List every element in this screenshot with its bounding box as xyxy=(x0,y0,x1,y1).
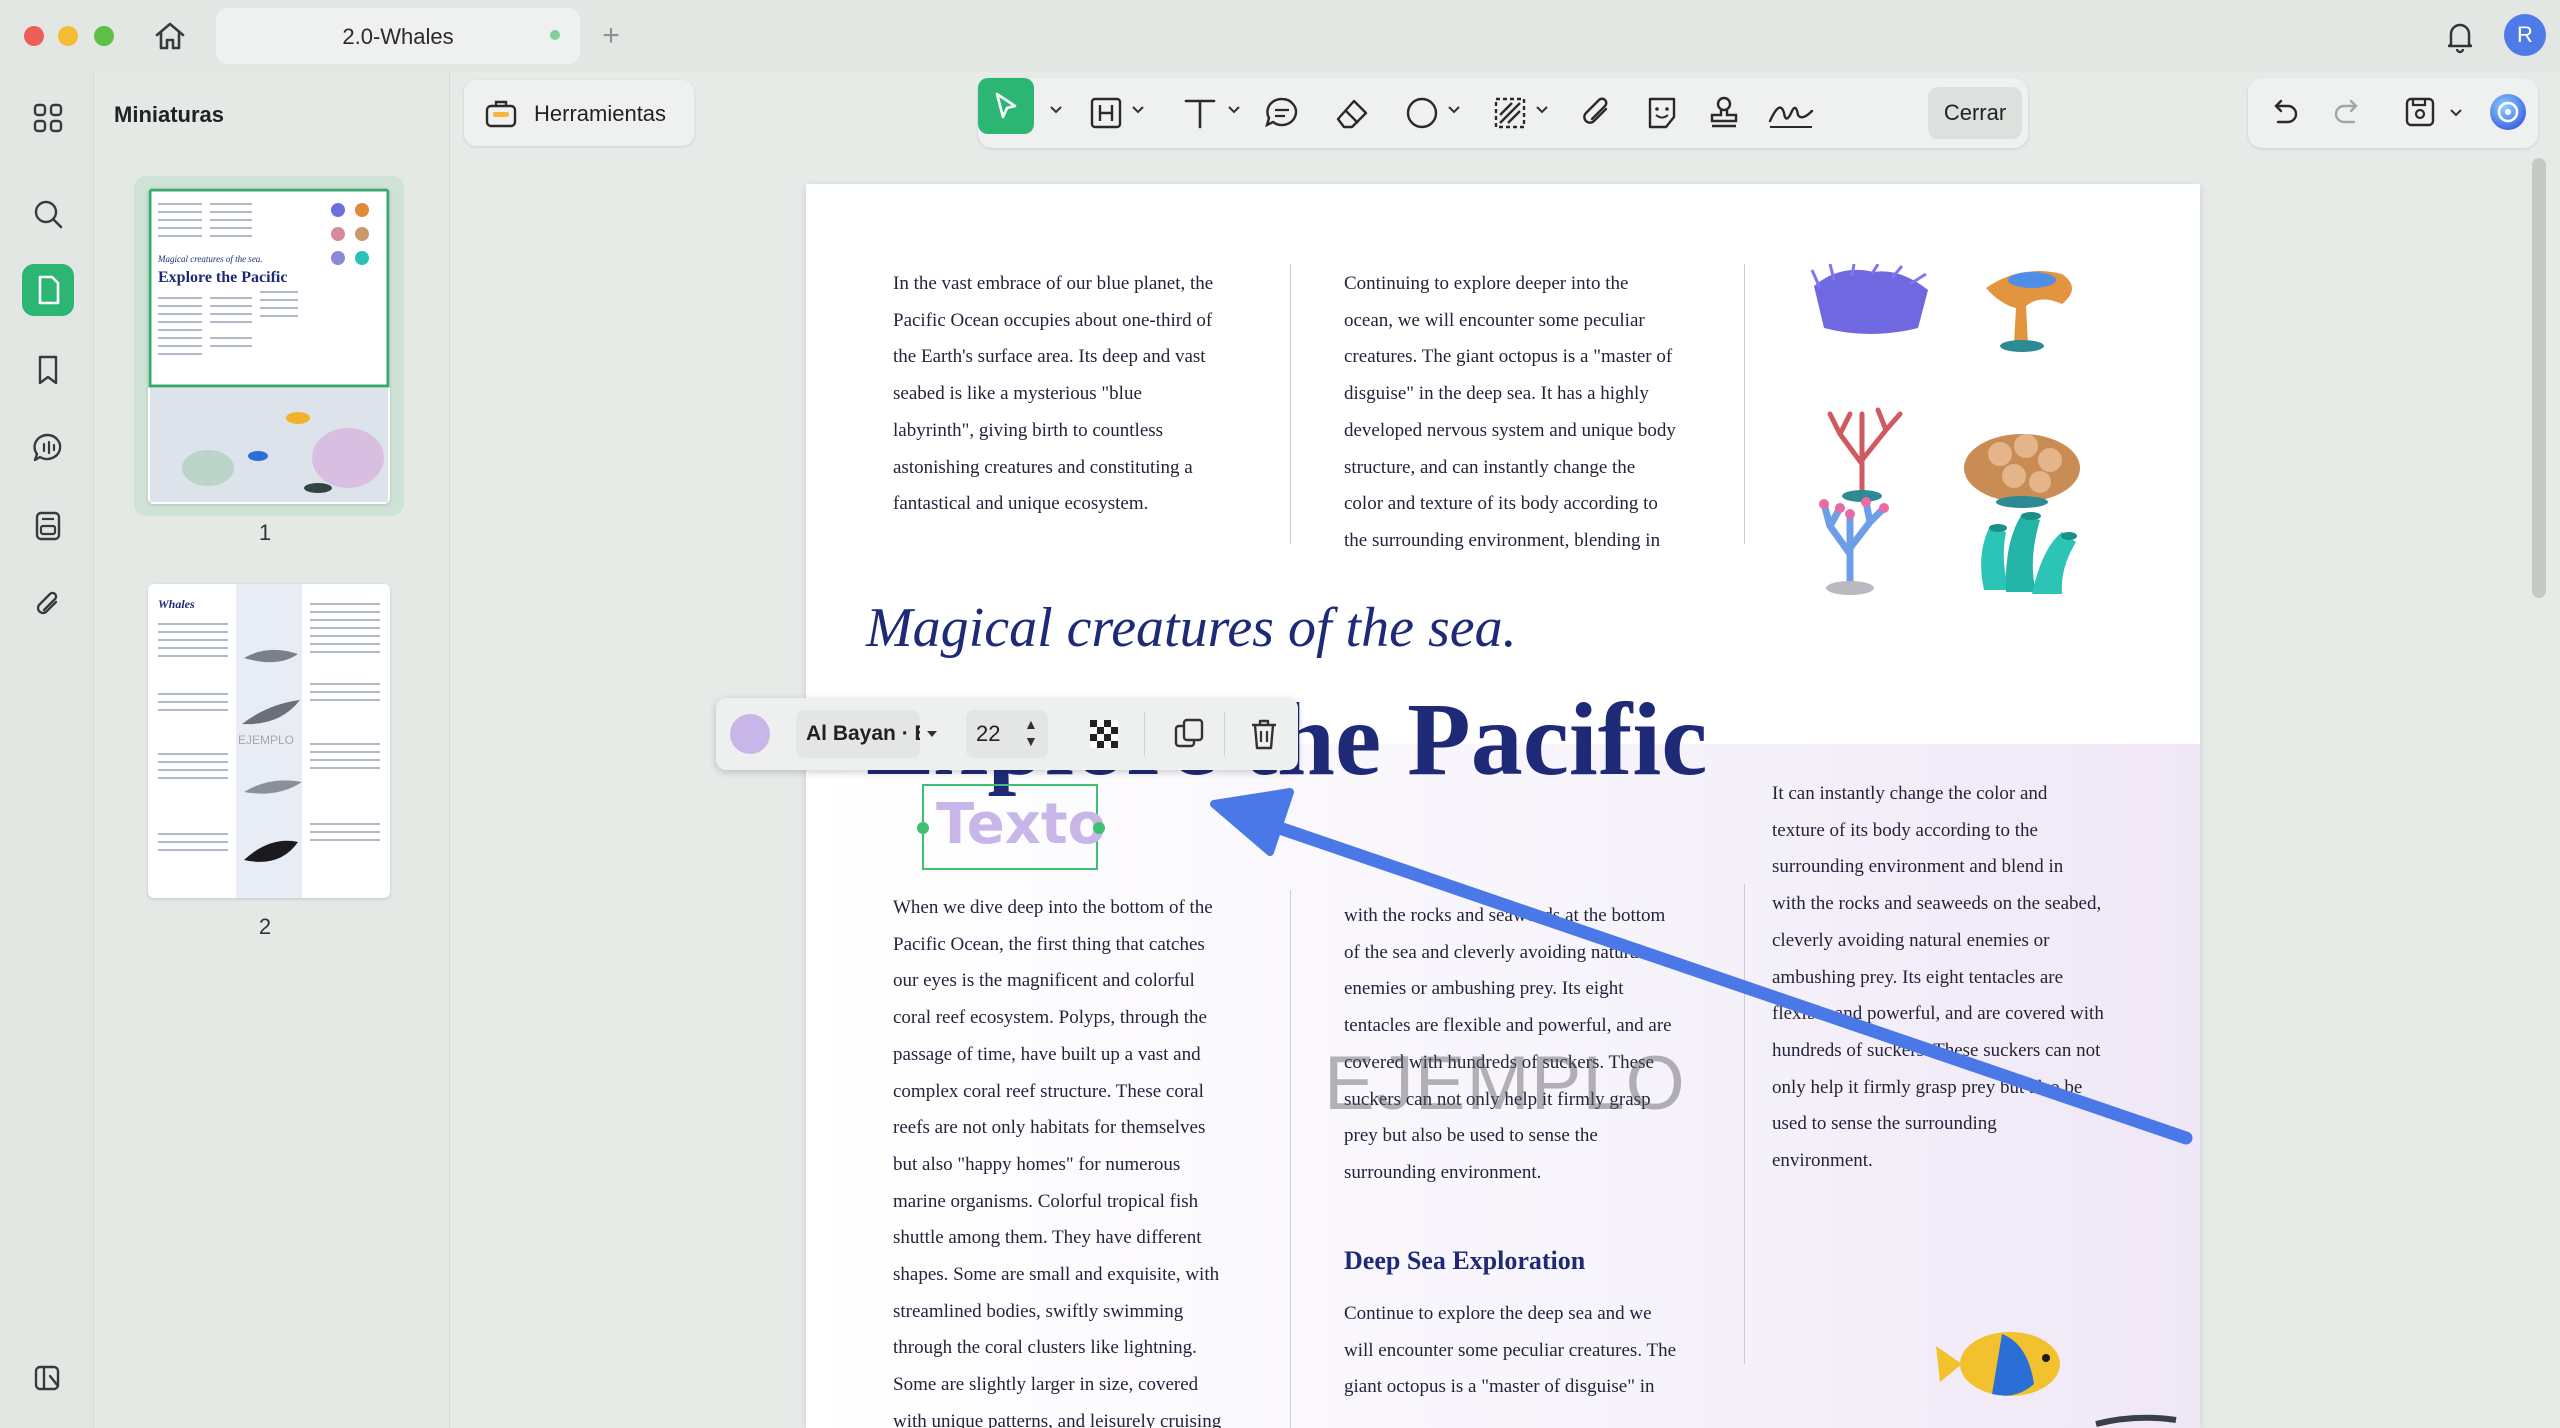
arrow-annotation[interactable] xyxy=(0,0,2560,1428)
vertical-scrollbar[interactable] xyxy=(2532,158,2546,598)
